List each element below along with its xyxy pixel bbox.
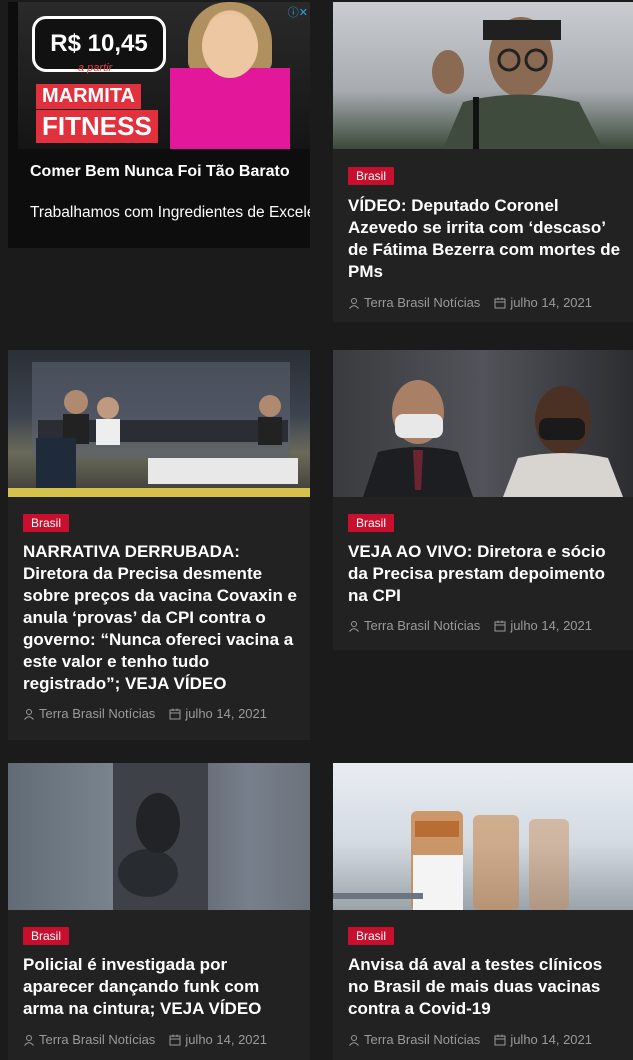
ad-price-sub: a partir bbox=[78, 62, 113, 74]
user-icon bbox=[349, 620, 359, 632]
post-title[interactable]: Policial é investigada por aparecer danç… bbox=[23, 954, 298, 1020]
blurred-illustration bbox=[8, 763, 310, 910]
calendar-icon bbox=[494, 297, 506, 308]
cpi-session-photo[interactable] bbox=[8, 350, 310, 497]
officer-photo[interactable] bbox=[333, 2, 633, 149]
category-badge[interactable]: Brasil bbox=[348, 927, 395, 945]
post-card[interactable]: Brasil NARRATIVA DERRUBADA: Diretora da … bbox=[8, 350, 310, 740]
post-meta: Terra Brasil Notícias julho 14, 2021 bbox=[23, 1032, 267, 1047]
date-text: julho 14, 2021 bbox=[510, 295, 592, 310]
adchoices-icon[interactable]: ⓘ✕ bbox=[288, 4, 308, 20]
post-meta: Terra Brasil Notícias julho 14, 2021 bbox=[348, 618, 592, 633]
date-text: julho 14, 2021 bbox=[510, 1032, 592, 1047]
calendar-icon bbox=[169, 1034, 181, 1045]
author-name: Terra Brasil Notícias bbox=[364, 618, 481, 633]
ad-brand-line2: FITNESS bbox=[36, 110, 158, 143]
ad-model-face bbox=[202, 14, 258, 78]
post-card[interactable]: Brasil Anvisa dá aval a testes clínicos … bbox=[333, 763, 633, 1060]
post-date: julho 14, 2021 bbox=[494, 1032, 592, 1047]
post-date: julho 14, 2021 bbox=[494, 618, 592, 633]
category-badge[interactable]: Brasil bbox=[23, 514, 70, 532]
post-date: julho 14, 2021 bbox=[169, 706, 267, 721]
user-icon bbox=[349, 297, 359, 309]
post-card[interactable]: Brasil VEJA AO VIVO: Diretora e sócio da… bbox=[333, 350, 633, 650]
post-card[interactable]: Brasil VÍDEO: Deputado Coronel Azevedo s… bbox=[333, 2, 633, 322]
post-author[interactable]: Terra Brasil Notícias bbox=[23, 1032, 155, 1047]
calendar-icon bbox=[169, 708, 181, 719]
cpi-illustration bbox=[8, 362, 310, 497]
user-icon bbox=[24, 708, 34, 720]
category-badge[interactable]: Brasil bbox=[23, 927, 70, 945]
date-text: julho 14, 2021 bbox=[185, 1032, 267, 1047]
author-name: Terra Brasil Notícias bbox=[39, 1032, 156, 1047]
ad-title[interactable]: Comer Bem Nunca Foi Tão Barato bbox=[30, 163, 290, 181]
post-title[interactable]: VÍDEO: Deputado Coronel Azevedo se irrit… bbox=[348, 195, 623, 283]
author-name: Terra Brasil Notícias bbox=[364, 1032, 481, 1047]
testimony-illustration bbox=[363, 380, 623, 497]
blurred-photo[interactable] bbox=[8, 763, 310, 910]
post-author[interactable]: Terra Brasil Notícias bbox=[23, 706, 155, 721]
calendar-icon bbox=[494, 1034, 506, 1045]
date-text: julho 14, 2021 bbox=[185, 706, 267, 721]
post-author[interactable]: Terra Brasil Notícias bbox=[348, 618, 480, 633]
ad-brand-line1: MARMITA bbox=[36, 84, 141, 109]
vaccine-illustration bbox=[333, 811, 569, 910]
calendar-icon bbox=[494, 620, 506, 631]
category-badge[interactable]: Brasil bbox=[348, 514, 395, 532]
post-title[interactable]: NARRATIVA DERRUBADA: Diretora da Precisa… bbox=[23, 541, 298, 695]
date-text: julho 14, 2021 bbox=[510, 618, 592, 633]
post-card[interactable]: Brasil Policial é investigada por aparec… bbox=[8, 763, 310, 1060]
post-author[interactable]: Terra Brasil Notícias bbox=[348, 295, 480, 310]
post-title[interactable]: Anvisa dá aval a testes clínicos no Bras… bbox=[348, 954, 623, 1020]
post-date: julho 14, 2021 bbox=[169, 1032, 267, 1047]
testimony-photo[interactable] bbox=[333, 350, 633, 497]
user-icon bbox=[24, 1034, 34, 1046]
category-badge[interactable]: Brasil bbox=[348, 167, 395, 185]
post-meta: Terra Brasil Notícias julho 14, 2021 bbox=[348, 295, 592, 310]
ad-description[interactable]: Trabalhamos com Ingredientes de Excelent… bbox=[30, 203, 310, 222]
author-name: Terra Brasil Notícias bbox=[364, 295, 481, 310]
post-title[interactable]: VEJA AO VIVO: Diretora e sócio da Precis… bbox=[348, 541, 623, 607]
post-date: julho 14, 2021 bbox=[494, 295, 592, 310]
post-meta: Terra Brasil Notícias julho 14, 2021 bbox=[23, 706, 267, 721]
post-meta: Terra Brasil Notícias julho 14, 2021 bbox=[348, 1032, 592, 1047]
user-icon bbox=[349, 1034, 359, 1046]
advertisement[interactable]: R$ 10,45 a partir MARMITA FITNESS ⓘ✕ Com… bbox=[8, 2, 310, 248]
author-name: Terra Brasil Notícias bbox=[39, 706, 156, 721]
officer-illustration bbox=[432, 17, 603, 149]
ad-image[interactable]: R$ 10,45 a partir MARMITA FITNESS bbox=[18, 2, 310, 149]
post-author[interactable]: Terra Brasil Notícias bbox=[348, 1032, 480, 1047]
vaccine-vials-photo[interactable] bbox=[333, 763, 633, 910]
